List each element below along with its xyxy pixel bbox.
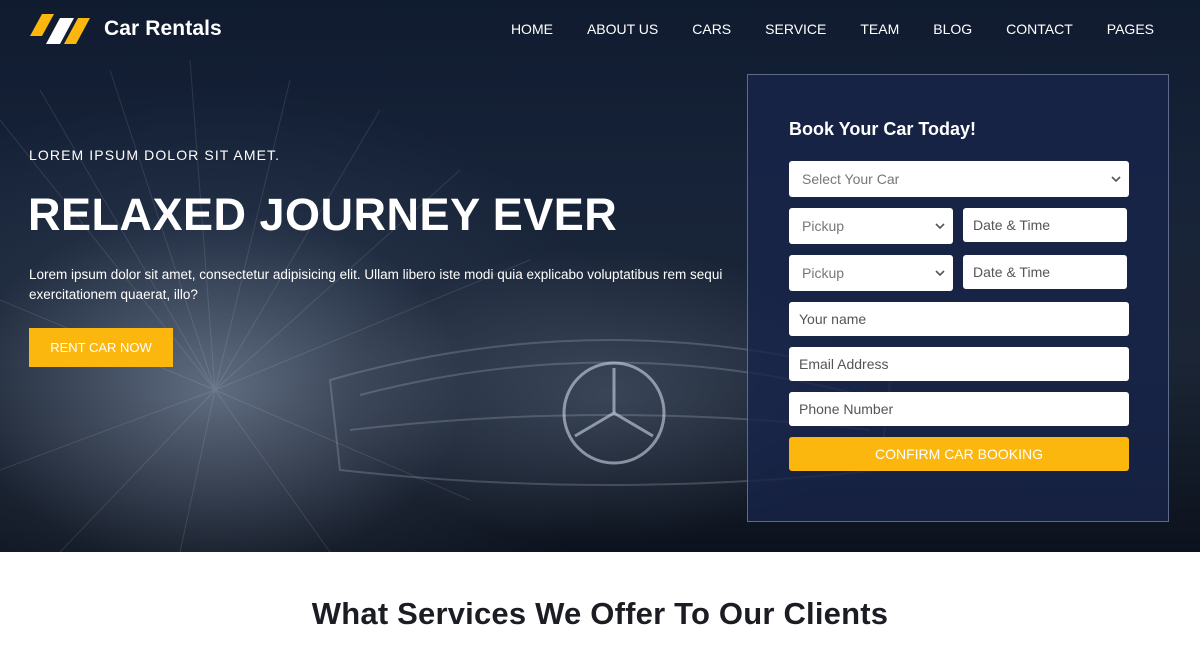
confirm-booking-button[interactable]: CONFIRM CAR BOOKING bbox=[789, 437, 1129, 471]
date-time-input-1[interactable]: Date & Time bbox=[963, 208, 1127, 242]
date-time-2-placeholder: Date & Time bbox=[973, 264, 1051, 280]
brand[interactable]: Car Rentals bbox=[30, 14, 222, 44]
pickup-select-1[interactable]: Pickup bbox=[789, 208, 953, 244]
brand-name: Car Rentals bbox=[104, 17, 222, 40]
chevron-down-icon bbox=[1111, 176, 1121, 183]
nav-service[interactable]: SERVICE bbox=[765, 21, 826, 37]
chevron-down-icon bbox=[935, 270, 945, 277]
rent-car-now-button[interactable]: RENT CAR NOW bbox=[29, 328, 173, 367]
date-time-input-2[interactable]: Date & Time bbox=[963, 255, 1127, 289]
email-placeholder: Email Address bbox=[799, 356, 889, 372]
services-title: What Services We Offer To Our Clients bbox=[311, 596, 889, 631]
name-placeholder: Your name bbox=[799, 311, 867, 327]
name-input[interactable]: Your name bbox=[789, 302, 1129, 336]
pickup-select-1-value: Pickup bbox=[802, 218, 845, 234]
phone-input[interactable]: Phone Number bbox=[789, 392, 1129, 426]
car-select-value: Select Your Car bbox=[802, 171, 900, 187]
booking-form: Book Your Car Today! Select Your Car Pic… bbox=[747, 74, 1169, 522]
hero-description: Lorem ipsum dolor sit amet, consectetur … bbox=[29, 267, 723, 302]
main-nav: HOME ABOUT US CARS SERVICE TEAM BLOG CON… bbox=[511, 21, 1154, 37]
nav-about-us[interactable]: ABOUT US bbox=[587, 21, 658, 37]
chevron-down-icon bbox=[935, 223, 945, 230]
car-select[interactable]: Select Your Car bbox=[789, 161, 1129, 197]
nav-cars[interactable]: CARS bbox=[692, 21, 731, 37]
hero-title: RELAXED JOURNEY EVER bbox=[28, 189, 618, 240]
booking-title: Book Your Car Today! bbox=[789, 119, 977, 139]
hero-eyebrow: LOREM IPSUM DOLOR SIT AMET. bbox=[29, 147, 281, 163]
date-time-1-placeholder: Date & Time bbox=[973, 217, 1051, 233]
nav-blog[interactable]: BLOG bbox=[933, 21, 972, 37]
pickup-select-2[interactable]: Pickup bbox=[789, 255, 953, 291]
pickup-select-2-value: Pickup bbox=[802, 265, 845, 281]
nav-pages[interactable]: PAGES bbox=[1107, 21, 1154, 37]
nav-contact[interactable]: CONTACT bbox=[1006, 21, 1073, 37]
brand-logo-icon bbox=[30, 14, 90, 44]
phone-placeholder: Phone Number bbox=[799, 401, 894, 417]
nav-home[interactable]: HOME bbox=[511, 21, 553, 37]
nav-team[interactable]: TEAM bbox=[860, 21, 899, 37]
hero-section: Car Rentals HOME ABOUT US CARS SERVICE T… bbox=[0, 0, 1200, 552]
email-input[interactable]: Email Address bbox=[789, 347, 1129, 381]
